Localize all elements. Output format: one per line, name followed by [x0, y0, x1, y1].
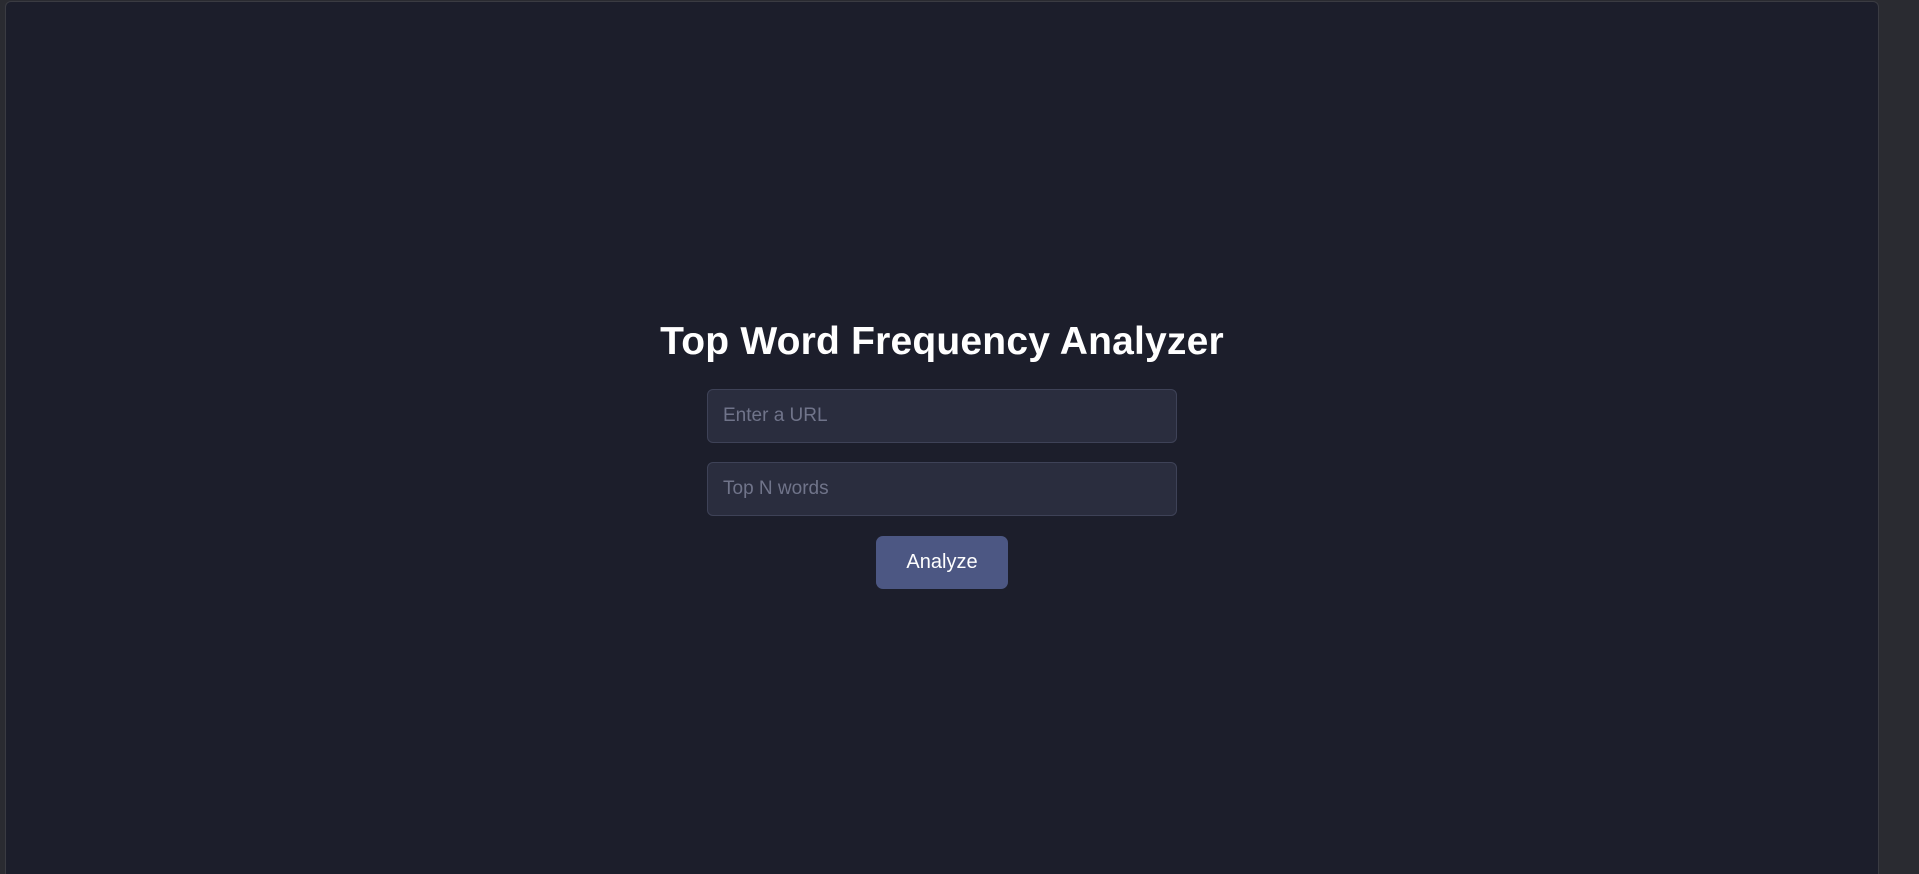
url-input[interactable]: [707, 389, 1177, 443]
top-n-words-input[interactable]: [707, 462, 1177, 516]
page-title: Top Word Frequency Analyzer: [660, 320, 1224, 363]
analyzer-form: Top Word Frequency Analyzer Analyze: [6, 312, 1878, 589]
analyze-button[interactable]: Analyze: [876, 536, 1008, 589]
app-window: Top Word Frequency Analyzer Analyze: [5, 1, 1879, 874]
